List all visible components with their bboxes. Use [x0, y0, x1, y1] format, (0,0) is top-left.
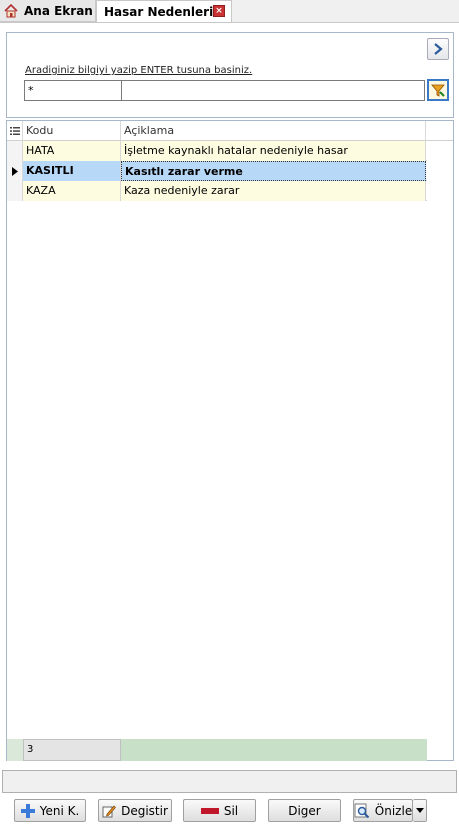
chevron-right-icon: [434, 43, 443, 55]
chevron-down-icon: [415, 808, 424, 813]
cell-kodu[interactable]: HATA: [23, 141, 121, 161]
status-bar: [2, 770, 457, 793]
column-header-kodu[interactable]: Kodu: [23, 121, 121, 141]
search-input-secondary[interactable]: [121, 80, 425, 101]
column-chooser-icon[interactable]: [7, 121, 23, 141]
row-indicator: [7, 141, 23, 161]
preview-button[interactable]: Önizle: [353, 799, 413, 822]
column-header-aciklama[interactable]: Açiklama: [121, 121, 426, 141]
cell-aciklama[interactable]: Kaza nedeniyle zarar: [121, 181, 426, 201]
tab-hasar-nedenleri-label: Hasar Nedenleri: [104, 4, 214, 19]
tab-ana-ekran[interactable]: Ana Ekran: [0, 0, 96, 22]
record-count: 3: [23, 739, 121, 761]
search-input[interactable]: [24, 80, 122, 101]
table-row-selected[interactable]: KASITLI Kasıtlı zarar verme: [7, 161, 427, 181]
pencil-icon: [102, 804, 117, 818]
other-button-label: Diger: [288, 803, 321, 818]
data-grid: Kodu Açiklama HATA İşletme kaynaklı hata…: [6, 120, 454, 761]
cell-kodu[interactable]: KAZA: [23, 181, 121, 201]
edit-button-label: Degistir: [121, 803, 168, 818]
search-hint-text: Aradiginiz bilgiyi yazip ENTER tusuna ba…: [25, 65, 253, 76]
edit-button[interactable]: Degistir: [98, 799, 172, 822]
grid-header: Kodu Açiklama: [7, 121, 453, 141]
delete-button[interactable]: Sil: [183, 799, 256, 822]
table-row[interactable]: KAZA Kaza nedeniyle zarar: [7, 181, 427, 201]
footer-summary: [121, 739, 427, 761]
next-button[interactable]: [427, 38, 449, 60]
row-indicator: [7, 181, 23, 201]
search-panel: Aradiginiz bilgiyi yazip ENTER tusuna ba…: [6, 32, 454, 118]
new-button[interactable]: Yeni K.: [14, 799, 86, 822]
tab-ana-ekran-label: Ana Ekran: [24, 3, 93, 18]
cell-aciklama[interactable]: Kasıtlı zarar verme: [121, 161, 426, 181]
close-icon[interactable]: ×: [213, 5, 225, 17]
footer-indicator: [7, 739, 23, 761]
search-hint: Aradiginiz bilgiyi yazip ENTER tusuna ba…: [25, 65, 252, 76]
cell-aciklama[interactable]: İşletme kaynaklı hatalar nedeniyle hasar: [121, 141, 426, 161]
other-button[interactable]: Diger: [268, 799, 341, 822]
minus-icon: [200, 807, 219, 815]
preview-button-label: Önizle: [374, 803, 413, 818]
magnifier-icon: [354, 803, 370, 819]
filter-button[interactable]: [427, 79, 449, 101]
grid-footer: 3: [7, 739, 427, 761]
preview-dropdown-button[interactable]: [413, 799, 427, 822]
plus-icon: [20, 803, 35, 818]
table-row[interactable]: HATA İşletme kaynaklı hatalar nedeniyle …: [7, 141, 427, 161]
row-indicator-arrow-icon: [7, 161, 23, 181]
tab-bar: Ana Ekran Hasar Nedenleri ×: [0, 0, 459, 22]
filter-icon: [431, 84, 445, 97]
cell-kodu[interactable]: KASITLI: [23, 161, 121, 181]
home-icon: [4, 3, 18, 18]
new-button-label: Yeni K.: [39, 803, 80, 818]
delete-button-label: Sil: [223, 803, 239, 818]
content-panel: Aradiginiz bilgiyi yazip ENTER tusuna ba…: [0, 22, 459, 829]
tab-hasar-nedenleri[interactable]: Hasar Nedenleri ×: [96, 0, 232, 22]
